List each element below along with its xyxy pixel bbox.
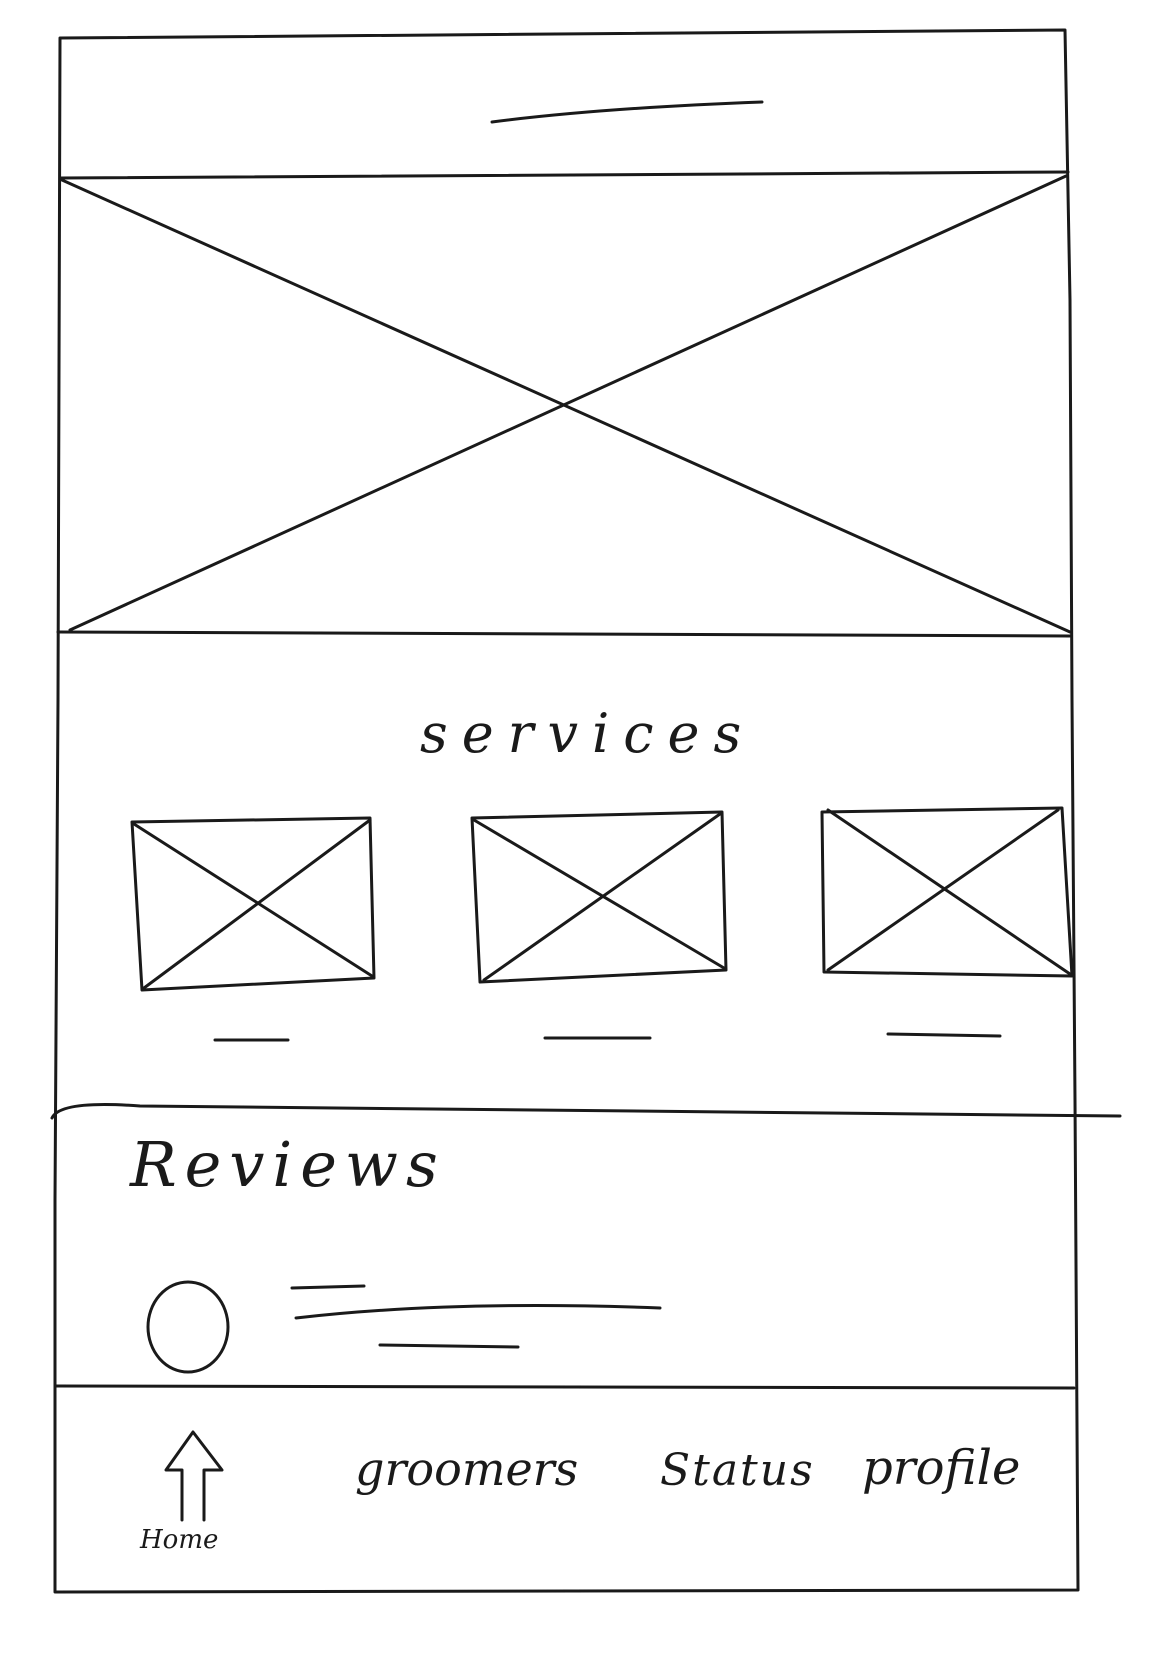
- section-divider: [50, 1103, 1122, 1120]
- nav-label-home: Home: [140, 1525, 219, 1555]
- service-card-3-caption: [886, 1032, 1002, 1038]
- nav-label-status: Status: [660, 1445, 815, 1496]
- header-title-line: [490, 100, 764, 124]
- nav-label-profile: profile: [862, 1440, 1021, 1496]
- header-divider: [58, 170, 1070, 180]
- hero-image[interactable]: [62, 180, 1066, 630]
- review-item[interactable]: [140, 1275, 670, 1375]
- service-card-1[interactable]: [132, 818, 374, 990]
- reviews-title: Reviews: [130, 1128, 446, 1201]
- nav-label-groomers: groomers: [355, 1442, 579, 1496]
- services-title: services: [420, 702, 756, 765]
- bottom-nav-divider: [54, 1384, 1076, 1390]
- service-card-3[interactable]: [822, 808, 1072, 976]
- hero-bottom-border: [56, 630, 1072, 638]
- service-card-2[interactable]: [472, 812, 726, 982]
